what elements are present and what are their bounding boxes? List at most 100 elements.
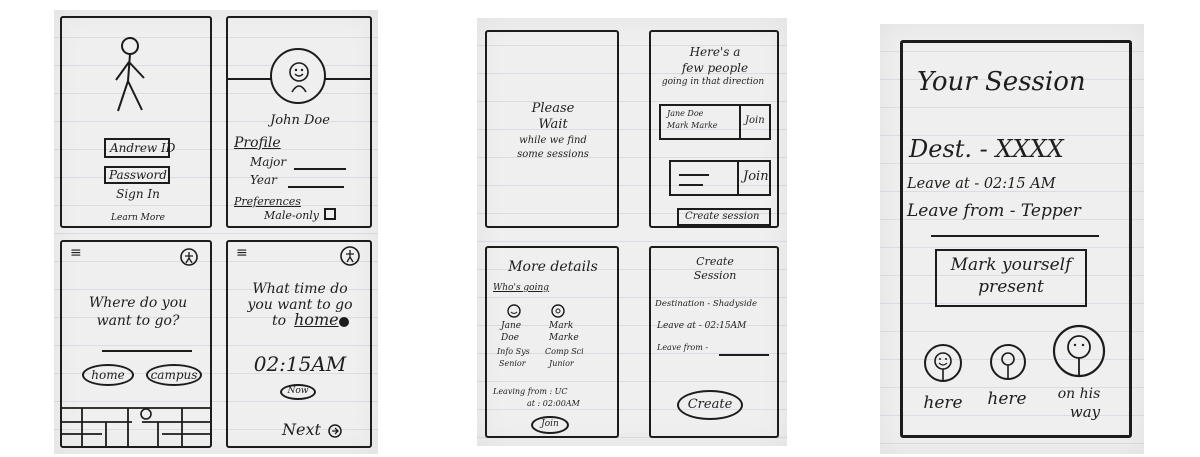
sessions-heading-1: Here's a [689,45,741,59]
home-button-label: home [91,368,125,382]
create-session-label: Create session [685,211,760,222]
session-destination: Dest. - XXXX [909,135,1064,163]
person-2-year: Junior [549,359,574,368]
andrew-id-field[interactable]: Andrew ID [104,138,175,158]
leaving-time: at : 02:00AM [527,399,580,408]
status-label-3-line-2: way [1069,403,1101,421]
leave-from-input[interactable] [719,354,769,356]
leave-from-label: Leave from - [657,343,709,352]
session-card-name-2: Mark Marke [667,121,718,130]
profile-screen-frame: John Doe Profile Major Year Preferences … [226,16,372,228]
sketch-photo-2: Please Wait while we find some sessions … [477,18,787,446]
smiley-avatar-icon [924,344,962,382]
password-field[interactable]: Password [104,166,170,184]
status-label-1: here [923,393,963,413]
wait-line-1: Please [531,101,575,116]
sketch-photo-1: Andrew ID Password Sign In Learn More Jo… [54,10,378,454]
avatar-icon [990,344,1026,380]
session-divider [931,235,1099,237]
menu-icon[interactable]: ≡ [70,246,82,261]
map-sketch-icon[interactable] [62,404,210,446]
session-card-name-1: Jane Doe [667,109,704,118]
campus-button-label: campus [150,368,198,382]
wait-screen-frame: Please Wait while we find some sessions [485,30,619,228]
year-input[interactable] [288,186,344,188]
create-session-button[interactable]: Create session [677,208,771,226]
person-1-major: Info Sys [497,347,530,356]
edit-icon[interactable] [338,316,350,328]
avatar-icon [507,304,521,318]
wait-line-2: Wait [538,117,568,132]
session-leave-at: Leave at - 02:15 AM [907,176,1056,192]
password-label: Password [109,168,167,182]
create-session-frame: Create Session Destination - Shadyside L… [649,246,779,438]
male-only-checkbox[interactable] [324,208,336,220]
mark-present-line-2: present [978,277,1044,297]
destination-question-line-1: Where do you [88,295,188,311]
campus-button[interactable]: campus [146,364,202,386]
destination-question-line-2: want to go? [96,313,180,329]
status-label-3-line-1: on his [1057,386,1101,402]
wait-line-3: while we find [519,135,587,146]
preferences-label: Preferences [234,195,301,208]
next-button[interactable]: Next [282,421,321,439]
person-1-year: Senior [499,359,526,368]
destination-home-link[interactable]: home [294,311,339,329]
login-screen-frame: Andrew ID Password Sign In Learn More [60,16,212,228]
home-button[interactable]: home [82,364,134,386]
major-input[interactable] [294,168,346,170]
session-leave-from: Leave from - Tepper [907,201,1081,221]
create-title-1: Create [696,255,734,268]
person-1-first: Jane [501,321,522,331]
person-1-last: Doe [501,333,519,343]
details-title: More details [508,259,598,275]
walking-person-icon [115,37,145,112]
join-button[interactable]: Join [745,115,765,127]
time-question-line-1: What time do [252,281,348,297]
sessions-list-frame: Here's a few people going in that direct… [649,30,779,228]
profile-icon[interactable] [340,246,360,266]
your-session-frame: Your Session Dest. - XXXX Leave at - 02:… [900,40,1132,438]
sessions-heading-3: going in that direction [661,77,765,87]
time-question-prefix: to [272,313,287,329]
now-button[interactable]: Now [280,384,316,400]
session-card[interactable]: Jane Doe Mark Marke Join [659,104,771,140]
avatar-icon [551,304,565,318]
next-arrow-icon[interactable] [328,424,342,438]
create-button-label: Create [687,397,733,412]
profile-icon[interactable] [180,248,198,266]
avatar-icon [1052,324,1106,378]
session-card[interactable]: Join [669,160,771,196]
menu-icon[interactable]: ≡ [236,246,248,261]
profile-name: John Doe [270,113,330,128]
leaving-from: Leaving from : UC [493,387,568,396]
learn-more-link[interactable]: Learn More [111,213,165,223]
session-card-divider [739,106,741,140]
leave-at-field[interactable]: Leave at - 02:15AM [657,321,746,331]
join-button[interactable]: Join [531,416,569,434]
avatar [270,48,326,104]
sketch-photo-3: Your Session Dest. - XXXX Leave at - 02:… [880,24,1144,454]
destination-screen-frame: ≡ Where do you want to go? home campus [60,240,212,448]
male-only-label: Male-only [264,209,320,222]
join-button[interactable]: Join [743,170,769,184]
sign-in-button[interactable]: Sign In [116,188,160,201]
now-button-label: Now [287,386,309,396]
major-label: Major [250,155,287,169]
andrew-id-label: Andrew ID [110,141,176,155]
time-screen-frame: ≡ What time do you want to go to home 02… [226,240,372,448]
sessions-heading-2: few people [681,61,749,75]
destination-input[interactable] [102,350,192,352]
session-card-scribble [679,174,709,176]
mark-present-line-1: Mark yourself [950,255,1072,275]
whos-going-label: Who's going [493,283,550,293]
profile-section-label: Profile [234,135,281,151]
mark-present-button[interactable]: Mark yourself present [935,249,1087,307]
create-button[interactable]: Create [677,390,743,420]
person-2-major: Comp Sci [545,347,584,356]
destination-field[interactable]: Destination - Shadyside [655,300,757,309]
departure-time[interactable]: 02:15AM [254,354,347,375]
create-title-2: Session [693,269,737,282]
smiley-face-icon [289,62,309,93]
person-2-first: Mark [549,321,574,331]
